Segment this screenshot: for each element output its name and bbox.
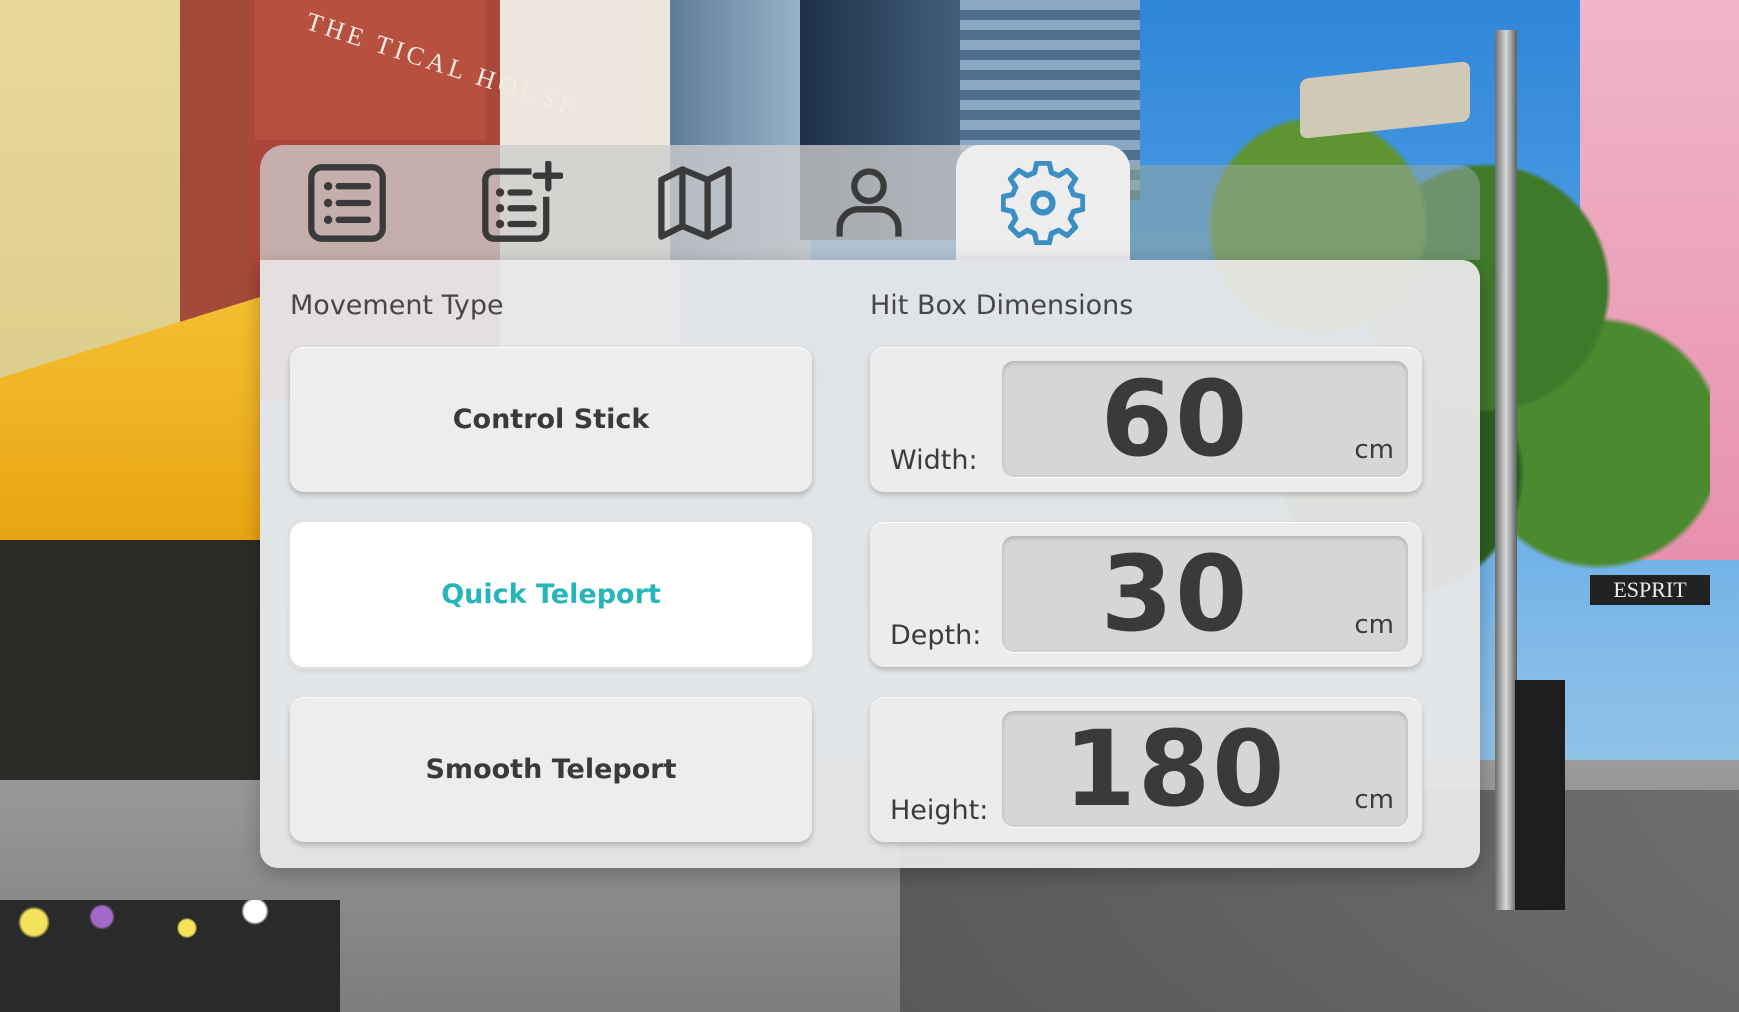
tab-add-list[interactable]: [434, 145, 608, 260]
cafe-area: [0, 520, 260, 780]
shop-sign: ESPRIT: [1590, 575, 1710, 605]
list-icon: [308, 163, 386, 242]
control-stick-button[interactable]: Control Stick: [290, 347, 812, 492]
settings-panel: Movement Type Hit Box Dimensions Control…: [260, 260, 1480, 868]
height-field[interactable]: 180 cm: [1002, 708, 1408, 830]
street-lamp-pole: [1495, 30, 1517, 910]
settings-gear-icon: [1001, 160, 1085, 245]
hitbox-title: Hit Box Dimensions: [870, 290, 1134, 321]
tab-bar: [260, 145, 1130, 260]
quick-teleport-button[interactable]: Quick Teleport: [290, 522, 812, 667]
tab-list[interactable]: [260, 145, 434, 260]
depth-label: Depth:: [890, 620, 982, 651]
user-icon: [836, 167, 902, 237]
height-unit: cm: [1354, 785, 1394, 815]
tab-map[interactable]: [608, 145, 782, 260]
height-label: Height:: [890, 795, 989, 826]
tabbar-empty-area: [1130, 165, 1480, 260]
width-label: Width:: [890, 445, 978, 476]
height-value: 180: [1063, 708, 1287, 830]
width-field[interactable]: 60 cm: [1002, 358, 1408, 480]
width-card: Width: 60 cm: [870, 347, 1422, 492]
depth-unit: cm: [1354, 610, 1394, 640]
tab-settings[interactable]: [956, 145, 1130, 260]
add-list-icon: [482, 160, 563, 242]
height-card: Height: 180 cm: [870, 697, 1422, 842]
depth-card: Depth: 30 cm: [870, 522, 1422, 667]
tab-profile[interactable]: [782, 145, 956, 260]
depth-value: 30: [1100, 533, 1250, 655]
smooth-teleport-button[interactable]: Smooth Teleport: [290, 697, 812, 842]
depth-field[interactable]: 30 cm: [1002, 533, 1408, 655]
movement-type-title: Movement Type: [290, 290, 504, 321]
flower-planter: [0, 900, 340, 1012]
map-icon: [658, 165, 732, 240]
street-lamp-base: [1515, 680, 1565, 910]
width-value: 60: [1100, 358, 1250, 480]
width-unit: cm: [1354, 435, 1394, 465]
